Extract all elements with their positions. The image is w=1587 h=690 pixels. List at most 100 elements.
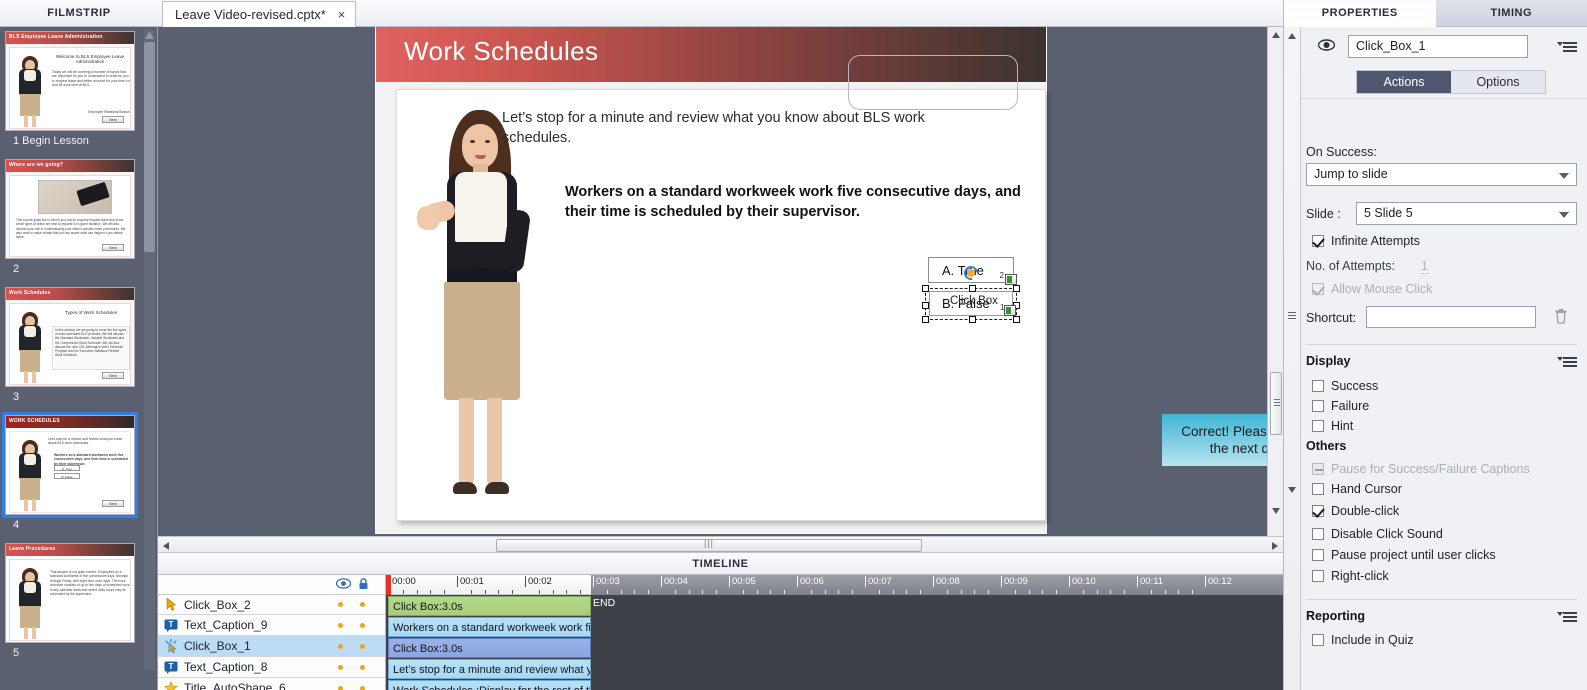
close-icon[interactable]: × xyxy=(338,2,346,27)
slide-thumbnail[interactable]: Where are we going? This course goals ar… xyxy=(5,159,135,259)
scroll-grip-icon[interactable] xyxy=(1288,312,1296,313)
slide-canvas[interactable]: Work Schedules Let’s stop for a minute a… xyxy=(158,27,1283,536)
include-in-quiz-checkbox[interactable] xyxy=(1312,634,1324,646)
thumb-next-button[interactable]: Next xyxy=(102,500,124,507)
lock-dot[interactable] xyxy=(360,622,365,628)
timeline-bar-text-caption-9[interactable]: Workers on a standard workweek work five… xyxy=(388,617,591,637)
resize-handle-ne[interactable] xyxy=(1013,285,1020,292)
slide-thumbnail-selected[interactable]: WORK SCHEDULES Let's stop for a minute a… xyxy=(2,412,138,518)
scroll-up-icon[interactable] xyxy=(1288,33,1296,39)
disable-click-sound-row[interactable]: Disable Click Sound xyxy=(1312,527,1443,541)
display-hint-row[interactable]: Hint xyxy=(1312,419,1353,433)
visibility-dot[interactable] xyxy=(338,664,343,670)
thumb-next-button[interactable]: Next xyxy=(102,372,124,379)
slide-stage[interactable]: Work Schedules Let’s stop for a minute a… xyxy=(376,27,1283,533)
canvas-vertical-scrollbar[interactable] xyxy=(1267,27,1283,536)
trash-icon[interactable] xyxy=(1554,308,1568,327)
display-menu-icon[interactable] xyxy=(1557,356,1577,368)
lock-dot[interactable] xyxy=(360,664,365,670)
slide-select[interactable]: 5 Slide 5 xyxy=(1356,202,1577,225)
thumb-next-button[interactable]: Next xyxy=(102,244,124,251)
eye-icon[interactable] xyxy=(335,578,352,592)
resize-handle-s[interactable] xyxy=(969,316,976,323)
shortcut-input[interactable] xyxy=(1366,306,1536,328)
scroll-down-icon[interactable] xyxy=(1288,487,1296,493)
failure-checkbox[interactable] xyxy=(1312,400,1324,412)
filmstrip-scrollbar-thumb[interactable] xyxy=(144,42,155,252)
tab-timing[interactable]: TIMING xyxy=(1435,0,1587,27)
resize-handle-nw[interactable] xyxy=(922,285,929,292)
display-failure-row[interactable]: Failure xyxy=(1312,399,1369,413)
double-click-row[interactable]: Double-click xyxy=(1312,504,1399,518)
tab-properties[interactable]: PROPERTIES xyxy=(1284,0,1436,27)
right-click-row[interactable]: Right-click xyxy=(1312,569,1389,583)
canvas-horizontal-scrollbar[interactable] xyxy=(158,536,1283,553)
panel-menu-icon[interactable] xyxy=(1557,41,1577,53)
lock-dot[interactable] xyxy=(360,685,365,690)
filmstrip-slide-4[interactable]: WORK SCHEDULES Let's stop for a minute a… xyxy=(2,412,145,531)
scroll-down-icon[interactable] xyxy=(1272,508,1280,514)
include-in-quiz-row[interactable]: Include in Quiz xyxy=(1312,633,1414,647)
object-name-input[interactable]: Click_Box_1 xyxy=(1348,35,1528,58)
timeline-bar-title-autoshape-6[interactable]: Work Schedules ;Display for the rest of … xyxy=(388,680,591,690)
text-caption-9[interactable]: Workers on a standard workweek work five… xyxy=(565,182,1030,222)
lock-dot[interactable] xyxy=(360,643,365,649)
timeline-row[interactable]: Title_AutoShape_6 xyxy=(158,678,385,690)
scroll-right-icon[interactable] xyxy=(1272,542,1278,550)
on-success-select[interactable]: Jump to slide xyxy=(1306,163,1577,186)
timeline-row-selected[interactable]: Click_Box_1 xyxy=(158,636,385,657)
tab-actions[interactable]: Actions xyxy=(1357,71,1451,93)
tab-options[interactable]: Options xyxy=(1451,71,1545,93)
right-click-checkbox[interactable] xyxy=(1312,570,1324,582)
scroll-left-icon[interactable] xyxy=(163,542,169,550)
timeline-playhead[interactable] xyxy=(386,575,391,595)
double-click-checkbox[interactable] xyxy=(1312,505,1324,517)
filmstrip-slide-3[interactable]: Work Schedules Types of Work Schedules I… xyxy=(5,287,145,403)
resize-handle-w[interactable] xyxy=(922,302,929,309)
timeline-bar-text-caption-8[interactable]: Let’s stop for a minute and review what … xyxy=(388,659,591,679)
filmstrip-slide-1[interactable]: BLS Employee Leave Administration Welcom… xyxy=(5,31,145,147)
slide-thumbnail[interactable]: BLS Employee Leave Administration Welcom… xyxy=(5,31,135,131)
no-of-attempts-value[interactable]: 1 xyxy=(1421,259,1428,274)
reporting-menu-icon[interactable] xyxy=(1557,611,1577,623)
filmstrip-slide-5[interactable]: Leave Procedures That answer is not quit… xyxy=(5,543,145,659)
slide-thumbnail[interactable]: Work Schedules Types of Work Schedules I… xyxy=(5,287,135,387)
visibility-dot[interactable] xyxy=(338,685,343,690)
timeline-bar-click-box-2[interactable]: Click Box:3.0s xyxy=(388,596,591,616)
canvas-hscroll-thumb[interactable] xyxy=(496,539,922,552)
timeline-row[interactable]: Click_Box_2 xyxy=(158,595,385,615)
document-tab[interactable]: Leave Video-revised.cptx* × xyxy=(162,1,357,27)
timeline-row[interactable]: T Text_Caption_9 xyxy=(158,615,385,636)
scroll-up-icon[interactable] xyxy=(1272,32,1280,38)
infinite-attempts-checkbox[interactable] xyxy=(1312,235,1324,247)
hand-cursor-checkbox[interactable] xyxy=(1312,483,1324,495)
canvas-vscroll-thumb[interactable] xyxy=(1270,372,1282,435)
timeline-bar-click-box-1[interactable]: Click Box:3.0s xyxy=(388,638,591,658)
resize-handle-sw[interactable] xyxy=(922,316,929,323)
timeline-track-area[interactable]: 00:00 00:01 00:02 00:03 00:04 00:05 00:0… xyxy=(386,575,1283,690)
slide-thumbnail[interactable]: Leave Procedures That answer is not quit… xyxy=(5,543,135,643)
disable-click-sound-checkbox[interactable] xyxy=(1312,528,1324,540)
feedback-caption[interactable]: Correct! Please move on to the next ques… xyxy=(1162,414,1283,466)
hint-checkbox[interactable] xyxy=(1312,420,1324,432)
timeline-ruler[interactable]: 00:00 00:01 00:02 00:03 00:04 00:05 00:0… xyxy=(386,575,1283,595)
display-success-row[interactable]: Success xyxy=(1312,379,1378,393)
infinite-attempts-row[interactable]: Infinite Attempts xyxy=(1312,234,1420,248)
hand-cursor-row[interactable]: Hand Cursor xyxy=(1312,482,1402,496)
properties-scroll-gutter[interactable] xyxy=(1284,27,1301,690)
lock-icon[interactable] xyxy=(358,578,369,593)
eye-icon[interactable] xyxy=(1317,39,1336,54)
visibility-dot[interactable] xyxy=(338,602,343,607)
pause-project-row[interactable]: Pause project until user clicks xyxy=(1312,548,1496,562)
success-checkbox[interactable] xyxy=(1312,380,1324,392)
text-caption-8[interactable]: Let’s stop for a minute and review what … xyxy=(502,108,972,148)
filmstrip-scroll-area[interactable]: BLS Employee Leave Administration Welcom… xyxy=(0,27,158,690)
pause-project-checkbox[interactable] xyxy=(1312,549,1324,561)
visibility-dot[interactable] xyxy=(338,622,343,628)
visibility-dot[interactable] xyxy=(338,643,343,649)
filmstrip-slide-2[interactable]: Where are we going? This course goals ar… xyxy=(5,159,145,275)
timeline-row[interactable]: T Text_Caption_8 xyxy=(158,657,385,678)
resize-handle-se[interactable] xyxy=(1013,316,1020,323)
resize-handle-n[interactable] xyxy=(969,285,976,292)
thumb-next-button[interactable]: Next xyxy=(102,116,124,123)
